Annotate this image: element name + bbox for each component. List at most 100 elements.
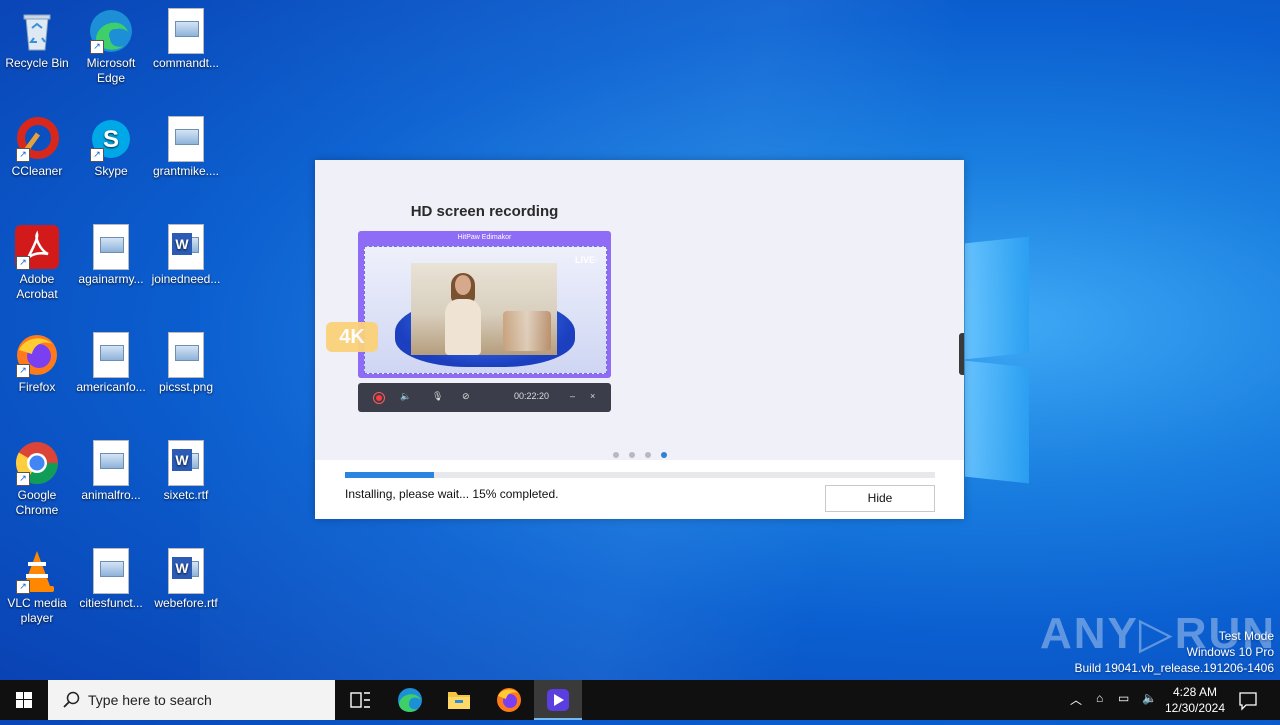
volume-icon[interactable]: 🔈 [1142, 691, 1157, 705]
taskbar-clock[interactable]: 4:28 AM 12/30/2024 [1162, 684, 1228, 716]
svg-text:S: S [103, 126, 119, 153]
minimize-icon: – [570, 391, 576, 401]
clock-time: 4:28 AM [1172, 685, 1218, 699]
build-text: Build 19041.vb_release.191206-1406 [1074, 661, 1275, 675]
desktop-icon-vlc[interactable]: ↗ VLC media player [1, 548, 73, 626]
firefox-icon: ↗ [14, 332, 60, 378]
taskbar-edge[interactable] [386, 680, 434, 720]
desktop-icon-label: Adobe Acrobat [16, 272, 58, 301]
task-view-icon [350, 692, 370, 708]
shortcut-arrow-icon: ↗ [16, 364, 30, 378]
chrome-icon: ↗ [14, 440, 60, 486]
carousel-dots [613, 445, 677, 463]
slide-title: HD screen recording [410, 203, 559, 220]
taskbar-firefox[interactable] [485, 680, 533, 720]
recording-timer: 00:22:20 [514, 391, 550, 401]
recorder-toolbar: 🔈 🎙 ⊘ 00:22:20 – × [358, 383, 611, 412]
live-label: LIVE· [574, 255, 598, 265]
desktop-icon-picsst[interactable]: picsst.png [150, 332, 222, 395]
desktop-icon-label: americanfo... [76, 380, 146, 394]
firefox-icon [497, 688, 521, 712]
desktop-icon-label: Firefox [18, 380, 56, 394]
desktop-icon-joinedneed[interactable]: W joinedneed... [150, 224, 222, 287]
word-file-icon: W [163, 224, 209, 270]
image-file-icon [163, 8, 209, 54]
desktop-icon-skype[interactable]: S ↗ Skype [75, 116, 147, 179]
image-file-icon [88, 332, 134, 378]
edge-icon [398, 688, 422, 712]
side-handle[interactable] [959, 333, 964, 375]
carousel-dot-active[interactable] [661, 452, 667, 458]
speaker-icon: 🔈 [400, 391, 412, 401]
shortcut-arrow-icon: ↗ [16, 148, 30, 162]
shortcut-arrow-icon: ↗ [90, 40, 104, 54]
word-file-icon: W [163, 440, 209, 486]
search-icon [63, 691, 80, 708]
network-icon[interactable]: ▭ [1118, 691, 1129, 705]
acrobat-icon: ↗ [14, 224, 60, 270]
recording-preview-image: HitPaw Edimakor LIVE· [358, 231, 611, 378]
desktop-icon-adobe-acrobat[interactable]: ↗ Adobe Acrobat [1, 224, 73, 302]
task-view-button[interactable] [336, 680, 384, 720]
taskbar-file-explorer[interactable] [435, 680, 483, 720]
desktop-icon-label: sixetc.rtf [163, 488, 209, 502]
desktop-icon-label: picsst.png [158, 380, 214, 394]
carousel-dot[interactable] [645, 452, 651, 458]
desktop-icon-label: CCleaner [11, 164, 63, 178]
close-icon: × [590, 391, 596, 401]
system-tray: ︿ ⌂ ▭ 🔈 [1068, 680, 1158, 720]
desktop-icon-microsoft-edge[interactable]: ↗ Microsoft Edge [75, 8, 147, 86]
desktop-icon-label: Skype [94, 164, 128, 178]
search-placeholder: Type here to search [88, 692, 212, 708]
microphone-icon: 🎙 [432, 391, 444, 401]
image-file-icon [163, 116, 209, 162]
desktop-icon-animalfro[interactable]: animalfro... [75, 440, 147, 503]
desktop-icon-recycle-bin[interactable]: Recycle Bin [1, 8, 73, 71]
desktop-icon-americanfo[interactable]: americanfo... [75, 332, 147, 395]
preview-app-name: HitPaw Edimakor [457, 234, 512, 241]
record-icon [373, 392, 385, 404]
desktop-icon-label: VLC media player [7, 596, 67, 625]
desktop-icon-label: joinedneed... [151, 272, 221, 286]
wallpaper-windows-logo [965, 236, 1029, 484]
preview-canvas: LIVE· [364, 246, 607, 374]
desktop-icon-firefox[interactable]: ↗ Firefox [1, 332, 73, 395]
desktop-icon-commandt[interactable]: commandt... [150, 8, 222, 71]
shortcut-arrow-icon: ↗ [16, 580, 30, 594]
image-file-icon [88, 224, 134, 270]
recycle-bin-icon [14, 8, 60, 54]
word-file-icon: W [163, 548, 209, 594]
desktop-icon-label: commandt... [152, 56, 220, 70]
shortcut-arrow-icon: ↗ [16, 472, 30, 486]
image-file-icon [88, 548, 134, 594]
desktop-icon-webefore[interactable]: W webefore.rtf [150, 548, 222, 611]
action-center-button[interactable] [1234, 680, 1274, 720]
clock-date: 12/30/2024 [1164, 701, 1226, 715]
start-button[interactable] [0, 680, 48, 720]
shortcut-arrow-icon: ↗ [16, 256, 30, 270]
image-file-icon [163, 332, 209, 378]
desktop-icon-google-chrome[interactable]: ↗ Google Chrome [1, 440, 73, 518]
vlc-icon: ↗ [14, 548, 60, 594]
taskbar-hitpaw[interactable] [534, 680, 582, 720]
desktop-icon-ccleaner[interactable]: ↗ CCleaner [1, 116, 73, 179]
chevron-up-icon[interactable]: ︿ [1070, 691, 1082, 708]
desktop-icon-label: grantmike.... [152, 164, 220, 178]
desktop-icon-label: Google Chrome [15, 488, 59, 517]
desktop-icon-againarmy[interactable]: againarmy... [75, 224, 147, 287]
carousel-dot[interactable] [613, 452, 619, 458]
carousel-dot[interactable] [629, 452, 635, 458]
hide-button[interactable]: Hide [825, 485, 935, 512]
usb-device-icon[interactable]: ⌂ [1096, 691, 1103, 705]
4k-badge: 4K [326, 322, 378, 352]
windows-watermark: Test Mode Windows 10 Pro Build 19041.vb_… [1075, 628, 1275, 676]
install-progress-bar [345, 472, 935, 478]
file-explorer-icon [448, 692, 470, 709]
taskbar-search-box[interactable]: Type here to search [48, 680, 335, 720]
desktop-icon-grantmike[interactable]: grantmike.... [150, 116, 222, 179]
desktop-icon-label: citiesfunct... [79, 596, 143, 610]
skype-icon: S ↗ [88, 116, 134, 162]
desktop-icon-sixetc[interactable]: W sixetc.rtf [150, 440, 222, 503]
hitpaw-icon [547, 689, 569, 711]
desktop-icon-citiesfunct[interactable]: citiesfunct... [75, 548, 147, 611]
